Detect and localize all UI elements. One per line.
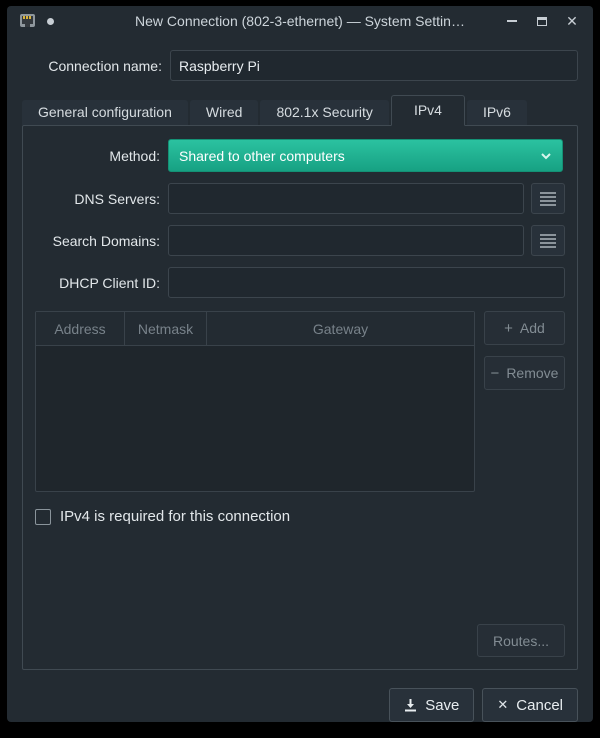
dhcp-client-id-label: DHCP Client ID: (35, 275, 160, 291)
ethernet-port-icon (19, 13, 37, 29)
address-table-body[interactable] (36, 346, 474, 491)
routes-button[interactable]: Routes... (477, 624, 565, 657)
add-button[interactable]: + Add (484, 311, 565, 345)
save-button-label: Save (425, 697, 459, 714)
column-header-gateway: Gateway (207, 312, 474, 345)
dns-servers-input[interactable] (168, 183, 524, 214)
maximize-button[interactable] (531, 10, 553, 32)
connection-name-label: Connection name: (22, 58, 162, 74)
titlebar[interactable]: New Connection (802-3-ethernet) — System… (7, 6, 593, 36)
plus-icon: + (504, 320, 513, 337)
list-icon (540, 192, 556, 206)
save-button[interactable]: Save (389, 688, 474, 722)
close-icon: ✕ (566, 14, 578, 28)
ipv4-required-checkbox[interactable] (35, 509, 51, 525)
minimize-icon (507, 20, 517, 22)
dns-servers-list-button[interactable] (531, 183, 565, 214)
ipv4-panel: Method: Shared to other computers DNS Se… (22, 125, 578, 670)
ipv4-required-checkbox-label: IPv4 is required for this connection (60, 508, 290, 525)
chevron-down-icon (540, 150, 552, 162)
column-header-netmask: Netmask (125, 312, 207, 345)
connection-name-input[interactable] (170, 50, 578, 81)
address-table-header: Address Netmask Gateway (36, 312, 474, 346)
method-label: Method: (35, 148, 160, 164)
tab-bar: General configuration Wired 802.1x Secur… (22, 95, 578, 125)
save-icon (404, 699, 417, 712)
cancel-x-icon: ✕ (497, 697, 508, 713)
list-icon (540, 234, 556, 248)
method-dropdown[interactable]: Shared to other computers (168, 139, 563, 172)
tab-wired[interactable]: Wired (190, 100, 259, 125)
column-header-address: Address (36, 312, 125, 345)
search-domains-list-button[interactable] (531, 225, 565, 256)
cancel-button[interactable]: ✕ Cancel (482, 688, 578, 722)
remove-button-label: Remove (506, 365, 558, 381)
search-domains-input[interactable] (168, 225, 524, 256)
dns-servers-label: DNS Servers: (35, 191, 160, 207)
search-domains-label: Search Domains: (35, 233, 160, 249)
add-button-label: Add (520, 320, 545, 336)
tab-general-configuration[interactable]: General configuration (22, 100, 188, 125)
tab-ipv6[interactable]: IPv6 (467, 100, 527, 125)
pin-dot-icon (47, 18, 54, 25)
cancel-button-label: Cancel (516, 697, 563, 714)
close-button[interactable]: ✕ (561, 10, 583, 32)
dialog-window: New Connection (802-3-ethernet) — System… (7, 6, 593, 722)
remove-button[interactable]: − Remove (484, 356, 565, 390)
tab-ipv4[interactable]: IPv4 (391, 95, 465, 126)
dhcp-client-id-input[interactable] (168, 267, 565, 298)
address-table[interactable]: Address Netmask Gateway (35, 311, 475, 492)
minimize-button[interactable] (501, 10, 523, 32)
minus-icon: − (491, 365, 500, 382)
tab-8021x-security[interactable]: 802.1x Security (260, 100, 389, 125)
ipv4-required-checkbox-row[interactable]: IPv4 is required for this connection (35, 508, 565, 525)
method-selected-value: Shared to other computers (179, 148, 540, 164)
maximize-icon (537, 17, 547, 26)
